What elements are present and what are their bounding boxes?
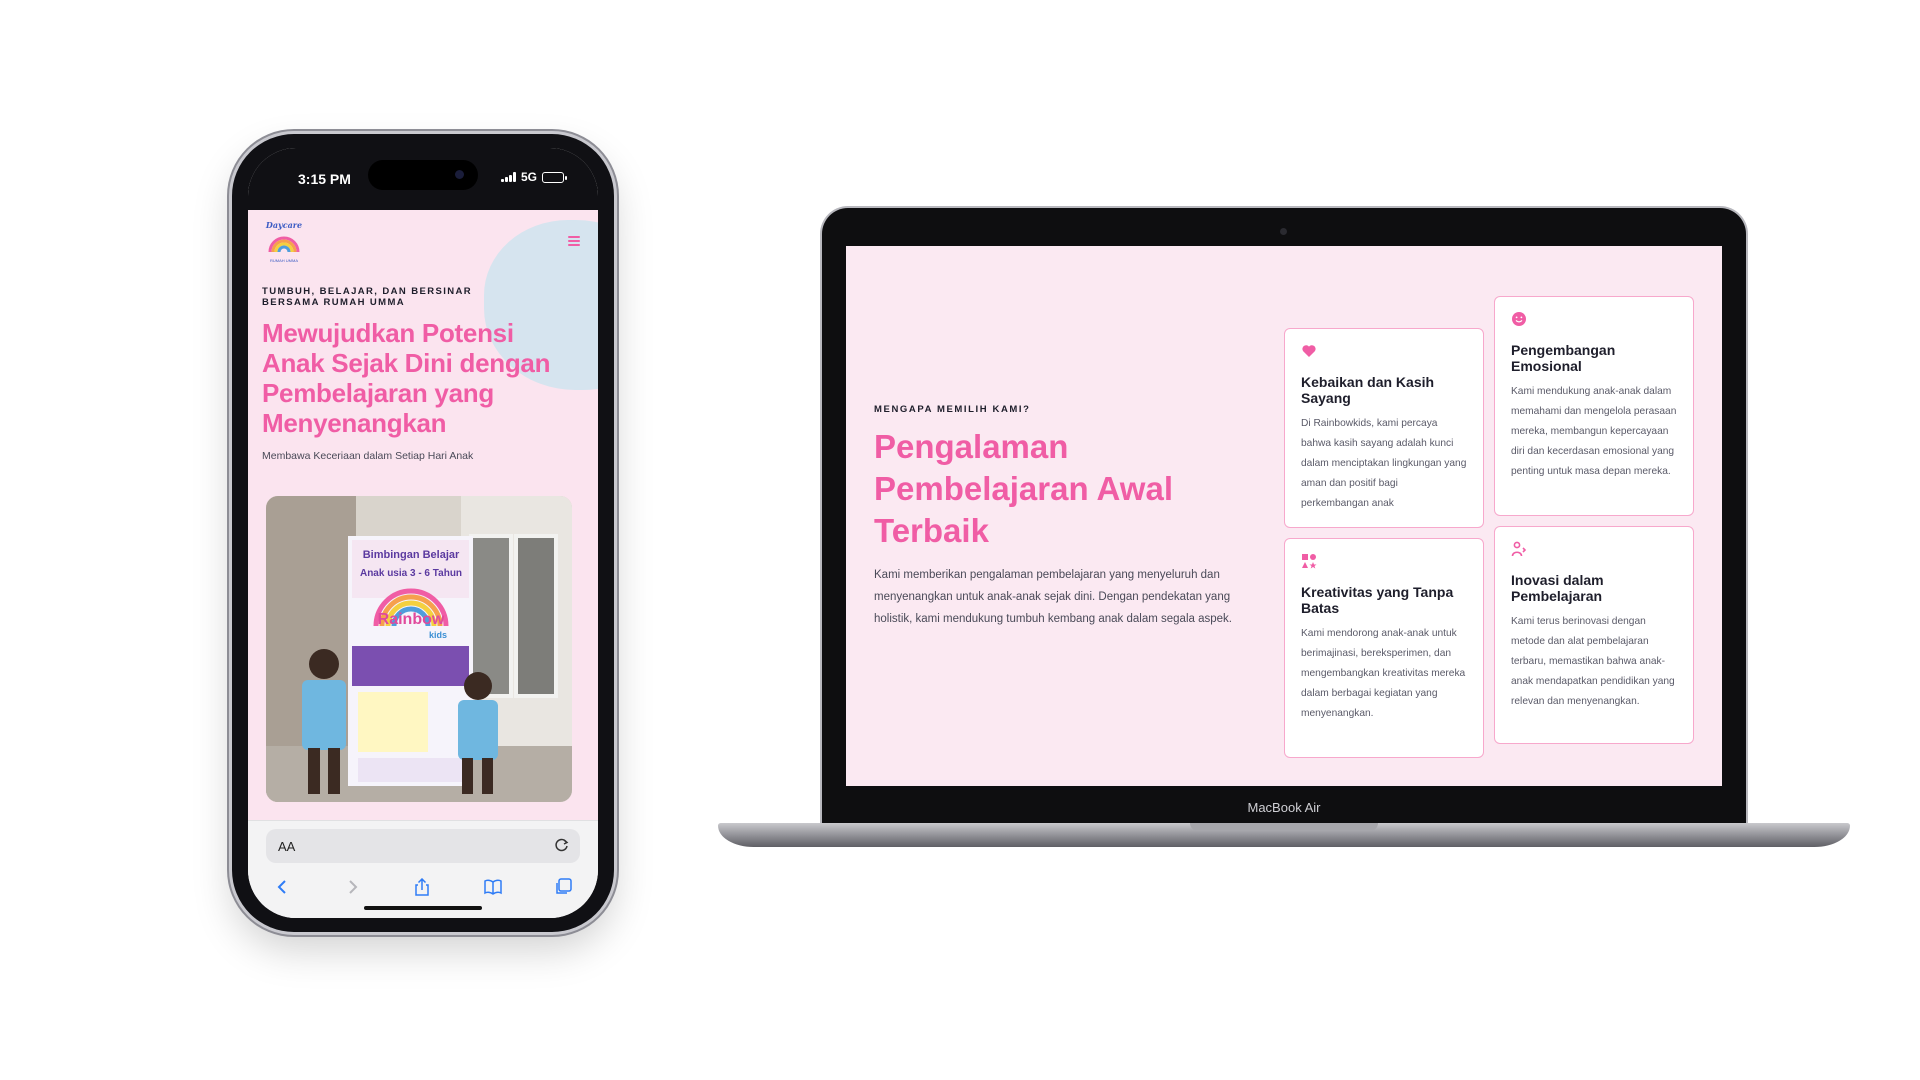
home-indicator[interactable] bbox=[364, 906, 482, 910]
battery-icon bbox=[542, 171, 567, 183]
laptop-brand-label: MacBook Air bbox=[1247, 800, 1321, 815]
card-title: Inovasi dalam Pembelajaran bbox=[1511, 572, 1604, 604]
tabs-icon[interactable] bbox=[554, 878, 572, 896]
smile-icon bbox=[1512, 312, 1526, 326]
rainbow-logo-icon bbox=[268, 236, 300, 253]
back-icon[interactable] bbox=[274, 878, 292, 896]
reload-icon[interactable] bbox=[554, 837, 570, 853]
mobile-page[interactable]: Daycare RUMAH UMMA TUMBUH, BELAJAR, DAN … bbox=[248, 210, 598, 820]
status-time: 3:15 PM bbox=[298, 171, 351, 187]
laptop-camera bbox=[1280, 228, 1287, 235]
feature-card-creativity: Kreativitas yang Tanpa Batas Kami mendor… bbox=[1284, 538, 1484, 758]
card-desc: Kami mendukung anak-anak dalam memahami … bbox=[1511, 386, 1677, 477]
shapes-icon bbox=[1302, 554, 1317, 569]
address-bar[interactable]: AA bbox=[266, 829, 580, 863]
laptop-screen: MENGAPA MEMILIH KAMI? Pengalaman Pembela… bbox=[846, 246, 1722, 786]
status-indicators: 5G bbox=[500, 170, 567, 184]
hero-photo: Bimbingan Belajar Anak usia 3 - 6 Tahun … bbox=[266, 496, 572, 802]
children-banner-photo: Bimbingan Belajar Anak usia 3 - 6 Tahun … bbox=[266, 496, 572, 802]
innovation-icon bbox=[1511, 541, 1527, 557]
section-kicker: MENGAPA MEMILIH KAMI? bbox=[874, 404, 1031, 415]
front-camera bbox=[455, 170, 464, 179]
feature-card-innovation: Inovasi dalam Pembelajaran Kami terus be… bbox=[1494, 526, 1694, 744]
banner-title-line1: Bimbingan Belajar bbox=[363, 549, 460, 561]
card-title: Pengembangan Emosional bbox=[1511, 342, 1616, 374]
menu-icon[interactable] bbox=[568, 236, 580, 248]
card-desc: Di Rainbowkids, kami percaya bahwa kasih… bbox=[1301, 418, 1467, 509]
text-size-button[interactable]: AA bbox=[278, 839, 295, 854]
site-logo[interactable]: Daycare RUMAH UMMA bbox=[264, 220, 304, 263]
card-desc: Kami mendorong anak-anak untuk berimajin… bbox=[1301, 628, 1466, 719]
share-icon[interactable] bbox=[413, 878, 431, 896]
banner-brand-sub: kids bbox=[429, 630, 447, 640]
laptop-base bbox=[718, 823, 1850, 847]
card-title: Kreativitas yang Tanpa Batas bbox=[1301, 584, 1454, 616]
hero-subtitle: Membawa Keceriaan dalam Setiap Hari Anak bbox=[262, 450, 474, 462]
forward-icon[interactable] bbox=[343, 878, 361, 896]
signal-icon bbox=[500, 172, 516, 182]
card-desc: Kami terus berinovasi dengan metode dan … bbox=[1511, 616, 1675, 707]
phone-screen: 3:15 PM 5G Daycare RUMAH UMMA TUMBUH, BE… bbox=[248, 148, 598, 918]
feature-card-kindness: Kebaikan dan Kasih Sayang Di Rainbowkids… bbox=[1284, 328, 1484, 528]
bookmarks-icon[interactable] bbox=[483, 878, 503, 896]
banner-brand: Rainbow bbox=[378, 611, 445, 628]
laptop-mockup: MENGAPA MEMILIH KAMI? Pengalaman Pembela… bbox=[822, 208, 1746, 824]
logo-subtitle: RUMAH UMMA bbox=[270, 258, 298, 263]
laptop-notch bbox=[1190, 823, 1378, 831]
hero-kicker: TUMBUH, BELAJAR, DAN BERSINAR BERSAMA RU… bbox=[262, 286, 473, 308]
browser-toolbar: AA bbox=[248, 820, 598, 918]
status-bar: 3:15 PM 5G bbox=[248, 148, 598, 210]
feature-card-emotional: Pengembangan Emosional Kami mendukung an… bbox=[1494, 296, 1694, 516]
phone-mockup: 3:15 PM 5G Daycare RUMAH UMMA TUMBUH, BE… bbox=[232, 134, 614, 932]
section-title: Pengalaman Pembelajaran Awal Terbaik bbox=[874, 428, 1173, 549]
browser-nav bbox=[248, 873, 598, 901]
section-body: Kami memberikan pengalaman pembelajaran … bbox=[874, 569, 1232, 625]
dynamic-island bbox=[368, 160, 478, 190]
card-title: Kebaikan dan Kasih Sayang bbox=[1301, 374, 1435, 406]
network-label: 5G bbox=[520, 170, 537, 184]
hero-title: Mewujudkan Potensi Anak Sejak Dini denga… bbox=[262, 318, 551, 438]
heart-icon bbox=[1302, 345, 1316, 357]
banner-title-line2: Anak usia 3 - 6 Tahun bbox=[360, 568, 462, 579]
logo-wordmark: Daycare bbox=[265, 220, 303, 230]
